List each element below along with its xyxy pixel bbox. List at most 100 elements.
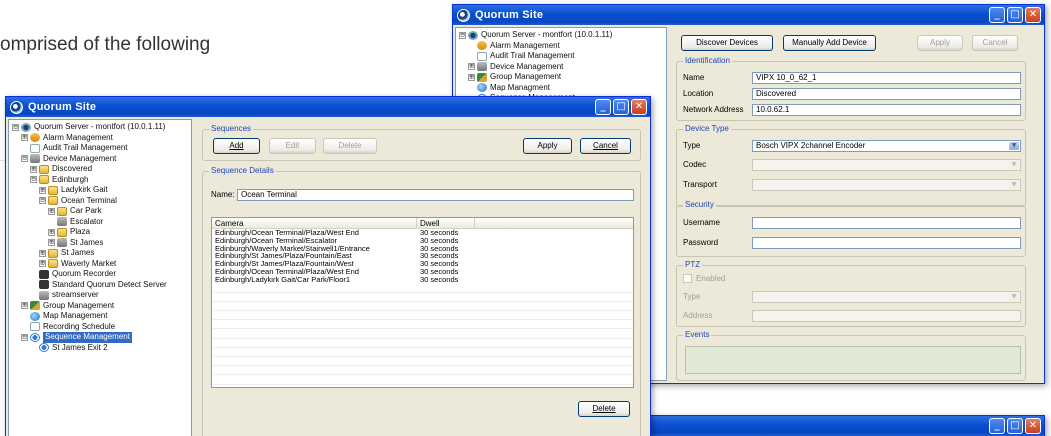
tree-item[interactable]: Recording Schedule [12, 322, 188, 333]
expander-icon[interactable]: ⊞ [30, 165, 37, 173]
table-row[interactable]: Edinburgh/Ocean Terminal/Plaza/West End 3… [212, 268, 633, 276]
tree-item-label: Quorum Recorder [52, 269, 117, 278]
close-button[interactable]: ✕ [631, 99, 647, 115]
device-window-titlebar[interactable]: Quorum Site _ □ ✕ [453, 5, 1044, 25]
tree-item[interactable]: ⊞ St James [12, 238, 188, 249]
close-button[interactable]: ✕ [1025, 418, 1041, 434]
tree-item[interactable]: Audit Trail Management [12, 143, 188, 154]
group-icon [30, 301, 40, 311]
password-field[interactable] [752, 237, 1021, 249]
camera-cell: Edinburgh/St James/Plaza/Fountain/East [215, 252, 352, 261]
location-field[interactable]: Discovered [752, 88, 1021, 100]
apply-button[interactable]: Apply [917, 35, 963, 51]
network-address-label: Network Address [683, 105, 744, 114]
table-row[interactable]: Edinburgh/Waverly Market/Stairwell1/Entr… [212, 245, 633, 253]
expander-icon[interactable]: ⊞ [468, 63, 475, 71]
tree-item[interactable]: ⊞ Ladykirk Gait [12, 185, 188, 196]
table-row[interactable]: Edinburgh/Ocean Terminal/Escalator 30 sec… [212, 237, 633, 245]
type-select[interactable]: Bosch VIPX 2channel Encoder ▼ [752, 140, 1021, 152]
expander-icon[interactable]: ⊞ [48, 207, 55, 215]
tree-item[interactable]: ⊟ Device Management [12, 154, 188, 165]
close-button[interactable]: ✕ [1025, 7, 1041, 23]
delete-camera-button[interactable]: Delete [578, 401, 630, 417]
manually-add-device-button[interactable]: Manually Add Device [783, 35, 876, 51]
maximize-button[interactable]: □ [1007, 7, 1023, 23]
username-field[interactable] [752, 217, 1021, 229]
tree-item[interactable]: ⊞ Discovered [12, 164, 188, 175]
cancel-button[interactable]: Cancel [580, 138, 631, 154]
expander-icon[interactable]: ⊟ [12, 123, 19, 131]
tree-item[interactable]: ⊟ Edinburgh [12, 175, 188, 186]
ptz-address-field[interactable] [752, 310, 1021, 322]
tree-item[interactable]: ⊟ Ocean Terminal [12, 196, 188, 207]
edit-sequence-button[interactable]: Edit [269, 138, 316, 154]
expander-icon[interactable]: ⊞ [21, 134, 28, 142]
doc-icon [30, 322, 40, 332]
table-row[interactable]: Edinburgh/Ocean Terminal/Plaza/West End 3… [212, 229, 633, 237]
events-list[interactable] [685, 346, 1021, 374]
expander-icon[interactable]: ⊞ [48, 228, 55, 236]
tree-item[interactable]: Map Managment [459, 83, 663, 94]
tree-item[interactable]: ⊟ Quorum Server - montfort (10.0.1.11) [459, 30, 663, 41]
tree-item[interactable]: Escalator [12, 217, 188, 228]
expander-icon[interactable]: ⊞ [39, 260, 46, 268]
minimize-button[interactable]: _ [595, 99, 611, 115]
expander-icon[interactable]: ⊞ [21, 302, 28, 310]
camera-icon [30, 154, 40, 164]
sequence-window-titlebar[interactable]: Quorum Site _ □ ✕ [6, 97, 650, 117]
transport-select[interactable]: ▼ [752, 179, 1021, 191]
ptz-enabled-checkbox[interactable] [683, 274, 692, 283]
minimize-button[interactable]: _ [989, 418, 1005, 434]
table-row[interactable]: Edinburgh/St James/Plaza/Fountain/West 30… [212, 260, 633, 268]
discover-devices-button[interactable]: Discover Devices [681, 35, 773, 51]
tree-item[interactable]: ⊟ Sequence Management [12, 332, 188, 343]
expander-icon[interactable]: ⊟ [21, 333, 28, 341]
expander-icon[interactable]: ⊟ [21, 155, 28, 163]
expander-icon[interactable]: ⊞ [39, 249, 46, 257]
maximize-button[interactable]: □ [613, 99, 629, 115]
column-header-camera[interactable]: Camera [212, 218, 417, 228]
device-name-field[interactable]: VIPX 10_0_62_1 [752, 72, 1021, 84]
column-header-dwell[interactable]: Dwell [417, 218, 475, 228]
tree-item[interactable]: streamserver [12, 290, 188, 301]
tree-item[interactable]: ⊞ Group Management [459, 72, 663, 83]
expander-icon[interactable]: ⊟ [459, 31, 466, 39]
tree-item[interactable]: Quorum Recorder [12, 269, 188, 280]
expander-icon[interactable]: ⊞ [39, 186, 46, 194]
network-address-field[interactable]: 10.0.62.1 [752, 104, 1021, 116]
sequence-name-field[interactable]: Ocean Terminal [237, 189, 634, 201]
tree-item[interactable]: Map Management [12, 311, 188, 322]
tree-item-label: St James [61, 248, 95, 257]
apply-button[interactable]: Apply [523, 138, 572, 154]
tree-item[interactable]: Audit Trail Management [459, 51, 663, 62]
tree-item[interactable]: ⊞ Car Park [12, 206, 188, 217]
expander-icon[interactable]: ⊞ [48, 239, 55, 247]
camera-icon [39, 290, 49, 300]
sequence-icon [30, 332, 40, 342]
codec-select[interactable]: ▼ [752, 159, 1021, 171]
tree-item[interactable]: ⊞ Group Management [12, 301, 188, 312]
table-body: Edinburgh/Ocean Terminal/Plaza/West End 3… [212, 229, 633, 284]
tree-item[interactable]: ⊞ Plaza [12, 227, 188, 238]
cancel-button[interactable]: Cancel [972, 35, 1018, 51]
maximize-button[interactable]: □ [1007, 418, 1023, 434]
tree-item[interactable]: ⊞ Waverly Market [12, 259, 188, 270]
expander-icon[interactable]: ⊟ [39, 197, 46, 205]
table-row[interactable]: Edinburgh/St James/Plaza/Fountain/East 30… [212, 252, 633, 260]
sequence-window-body: ⊟ Quorum Server - montfort (10.0.1.11) ⊞ Al… [6, 117, 650, 436]
delete-sequence-button[interactable]: Delete [323, 138, 377, 154]
tree-item[interactable]: ⊞ Device Management [459, 62, 663, 73]
ptz-type-select[interactable]: ▼ [752, 291, 1021, 303]
minimize-button[interactable]: _ [989, 7, 1005, 23]
tree-item[interactable]: ⊞ St James [12, 248, 188, 259]
tree-item[interactable]: ⊟ Quorum Server - montfort (10.0.1.11) [12, 122, 188, 133]
tree-item[interactable]: ⊞ Alarm Management [12, 133, 188, 144]
expander-icon[interactable]: ⊞ [468, 73, 475, 81]
tree-item[interactable]: Standard Quorum Detect Server [12, 280, 188, 291]
table-row[interactable]: Edinburgh/Ladykirk Gait/Car Park/Floor1 3… [212, 276, 633, 284]
tree-item[interactable]: St James Exit 2 [12, 343, 188, 354]
expander-icon[interactable]: ⊟ [30, 176, 37, 184]
tree-item[interactable]: Alarm Management [459, 41, 663, 52]
codec-label: Codec [683, 160, 707, 169]
add-sequence-button[interactable]: Add [213, 138, 260, 154]
